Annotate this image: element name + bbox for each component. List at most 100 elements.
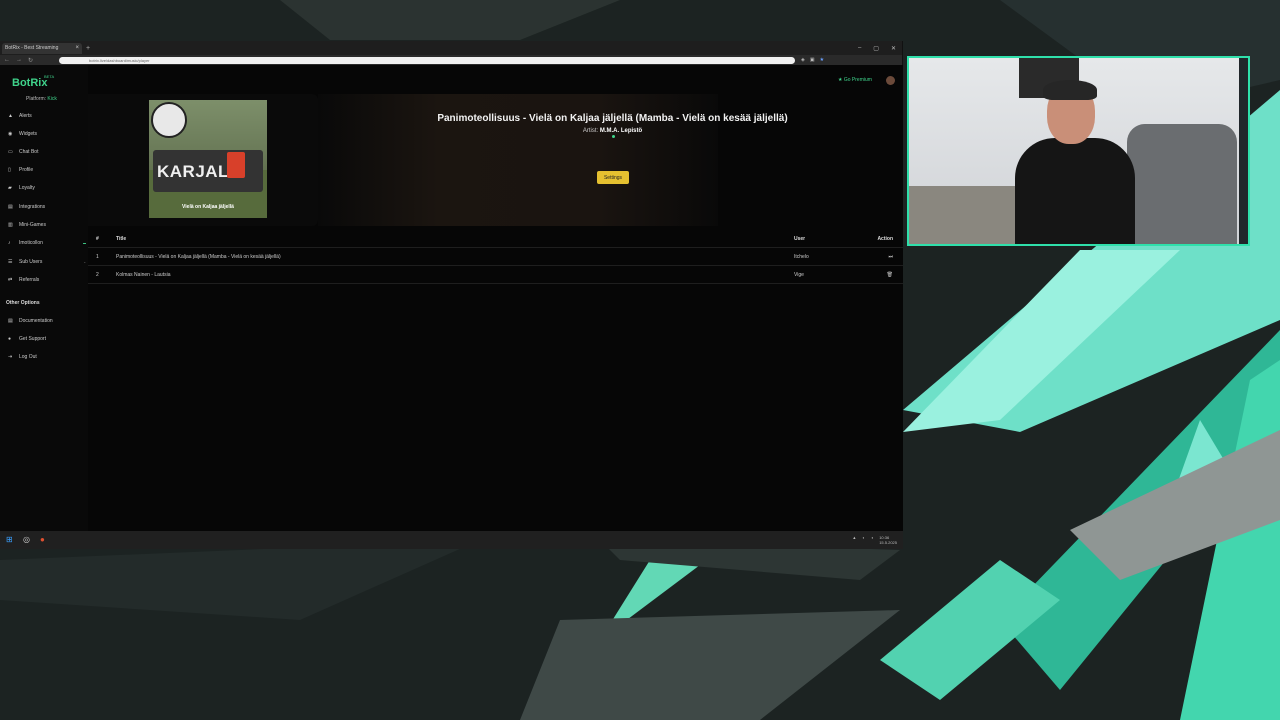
sidebar-item-log-out[interactable]: ⇥ Log Out [8, 352, 86, 362]
sidebar-item-mini-games[interactable]: ▥ Mini-Games [8, 220, 86, 230]
skip-icon[interactable]: ⏭ [854, 254, 903, 260]
sidebar-item-label: Referrals [19, 277, 40, 283]
clock[interactable]: 10:36 15.5.2025 [879, 535, 897, 545]
search-icon[interactable]: ◎ [23, 536, 31, 544]
cam-person-cap [1043, 80, 1097, 100]
browser-tab[interactable]: BotRix - Best Streaming × [2, 42, 82, 54]
window-controls: – ▢ ✕ [858, 45, 902, 52]
row-num: 1 [96, 253, 99, 260]
windows-start-icon[interactable]: ⊞ [6, 536, 14, 544]
sidebar-item-label: Loyalty [19, 185, 35, 191]
logout-icon: ⇥ [8, 353, 13, 360]
row-title: Kolmas Nainen - Lautsia [116, 271, 171, 278]
beta-badge: BETA [44, 74, 55, 79]
botrix-dashboard: BotRix BETA Platform: Kick ▲ Alerts ◉ Wi… [0, 65, 903, 531]
chat-icon: ▭ [8, 148, 13, 155]
close-window-button[interactable]: ✕ [891, 45, 896, 52]
table-row: 1 Panimoteollisuus - Vielä on Kaljaa jäl… [88, 248, 903, 266]
avatar[interactable] [886, 76, 895, 85]
sidebar-item-label: Mini-Games [19, 222, 46, 228]
plug-icon: ▤ [8, 203, 13, 210]
extension-icon[interactable]: ▣ [810, 57, 815, 63]
cover-subtitle: Vielä on Kaljaa jäljellä [182, 204, 234, 210]
sidebar-item-label: Documentation [19, 318, 53, 324]
row-user: Itchelo [794, 253, 809, 260]
sidebar-item-label: Get Support [19, 336, 46, 342]
header-user: User [794, 235, 806, 242]
artist-value: M.M.A. Lepistö [599, 128, 643, 134]
cam-chair [1127, 124, 1237, 244]
sidebar-item-chat-bot[interactable]: ▭ Chat Bot [8, 147, 86, 157]
address-bar[interactable]: botrix.live/dashboard/music/player [59, 56, 796, 64]
reload-icon[interactable]: ↻ [28, 57, 33, 64]
close-tab-icon[interactable]: × [75, 45, 79, 51]
tab-bar: BotRix - Best Streaming × + – ▢ ✕ [0, 41, 902, 55]
queue-header-row: # Title User Action [88, 230, 903, 248]
minimize-button[interactable]: – [858, 45, 861, 52]
sidebar-item-label: Integrations [19, 204, 46, 210]
go-premium-link[interactable]: ★ Go Premium [838, 77, 872, 83]
network-icon[interactable]: ◐ [862, 535, 864, 545]
doc-icon: ▤ [8, 317, 13, 324]
sidebar-item-profile[interactable]: ▯ Profile [8, 165, 86, 175]
sidebar-item-label: Profile [19, 167, 34, 173]
sidebar-item-get-support[interactable]: ● Get Support [8, 334, 86, 344]
help-icon: ● [8, 335, 12, 342]
webcam-overlay [907, 56, 1250, 246]
maximize-button[interactable]: ▢ [873, 45, 879, 52]
extension-icon[interactable]: ◈ [801, 57, 805, 63]
sidebar-item-loyalty[interactable]: ▰ Loyalty [8, 183, 86, 193]
settings-button[interactable]: Settings [597, 171, 629, 184]
browser-extension-icons: ◈ ▣ ★ [801, 57, 824, 63]
platform-value[interactable]: Kick [47, 96, 56, 102]
sidebar-item-label: Chat Bot [19, 149, 39, 155]
taskbar: ⊞ ◎ ● ▲ ◐ ◑ 10:36 15.5.2025 [0, 531, 903, 549]
sidebar-item-label: Sub Users [19, 259, 43, 265]
browser-app-icon[interactable]: ● [40, 536, 48, 544]
sidebar-item-documentation[interactable]: ▤ Documentation [8, 316, 86, 326]
sidebar: BotRix BETA Platform: Kick ▲ Alerts ◉ Wi… [0, 65, 88, 531]
header-action: Action [877, 235, 893, 242]
status-dot [612, 135, 615, 138]
go-premium-label: Go Premium [843, 77, 872, 83]
gamepad-icon: ▥ [8, 221, 13, 228]
sidebar-item-referrals[interactable]: ⇄ Referrals [8, 275, 86, 285]
forward-icon[interactable]: → [16, 57, 22, 63]
artist-label: Artist: [582, 128, 599, 134]
other-options-heading: Other Options [6, 300, 40, 306]
music-icon: ♪ [8, 239, 11, 246]
star-icon[interactable]: ★ [820, 57, 824, 63]
gift-icon: ▰ [8, 184, 12, 191]
cover-can [227, 152, 245, 178]
sidebar-item-integrations[interactable]: ▤ Integrations [8, 202, 86, 212]
table-row: 2 Kolmas Nainen - Lautsia Vige 🗑 [88, 266, 903, 284]
back-icon[interactable]: ← [4, 57, 10, 63]
user-icon: ▯ [8, 166, 11, 173]
volume-icon[interactable]: ◑ [871, 535, 873, 545]
system-tray: ▲ ◐ ◑ 10:36 15.5.2025 [852, 535, 903, 545]
trash-icon[interactable]: 🗑 [854, 272, 903, 278]
cam-person-body [1015, 138, 1135, 244]
clock-date: 15.5.2025 [879, 540, 897, 545]
share-icon: ⇄ [8, 276, 13, 283]
browser-window: BotRix - Best Streaming × + – ▢ ✕ ← → ↻ … [0, 41, 903, 531]
sidebar-item-music[interactable]: ♪ Imoticollon ▬ [8, 238, 86, 248]
header-title: Title [116, 235, 127, 242]
new-tab-icon[interactable]: + [86, 45, 90, 52]
row-title: Panimoteollisuus - Vielä on Kaljaa jälje… [116, 253, 281, 260]
sidebar-item-label: Log Out [19, 354, 37, 360]
row-num: 2 [96, 271, 99, 278]
header-num: # [96, 235, 99, 242]
botrix-logo[interactable]: BotRix [12, 77, 47, 89]
navigation-bar: ← → ↻ botrix.live/dashboard/music/player… [0, 55, 902, 65]
platform-label: Platform: [26, 96, 47, 102]
tab-title: BotRix - Best Streaming [5, 45, 59, 51]
row-user: Vige [794, 271, 804, 278]
queue-table: # Title User Action 1 Panimoteollisuus -… [88, 230, 903, 284]
sidebar-item-sub-users[interactable]: ☰ Sub Users ⌄ [8, 257, 86, 267]
chevron-down-icon: ⌄ [83, 260, 86, 264]
tray-icon[interactable]: ▲ [852, 535, 856, 545]
sidebar-item-label: Imoticollon [19, 240, 43, 246]
users-icon: ☰ [8, 258, 13, 265]
new-badge: ▬ [83, 241, 86, 245]
